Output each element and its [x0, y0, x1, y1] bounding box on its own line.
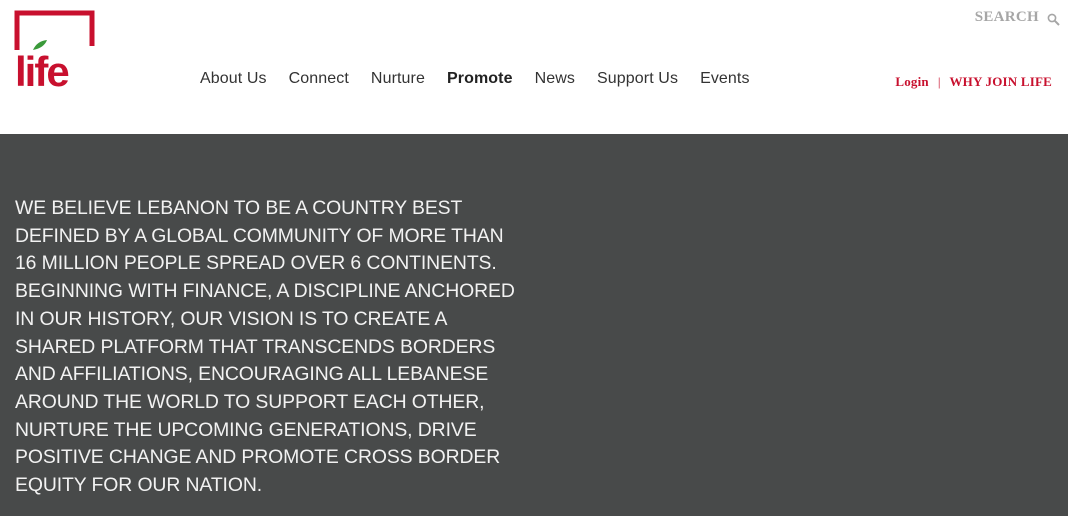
nav-item-nurture[interactable]: Nurture — [371, 70, 425, 88]
login-link[interactable]: Login — [895, 74, 929, 90]
nav-item-promote[interactable]: Promote — [447, 70, 513, 88]
logo-wordmark: life — [15, 48, 68, 90]
search-icon — [1047, 13, 1060, 26]
nav-item-support-us[interactable]: Support Us — [597, 70, 678, 88]
nav-item-connect[interactable]: Connect — [289, 70, 349, 88]
mission-statement: WE BELIEVE LEBANON TO BE A COUNTRY BEST … — [15, 197, 515, 497]
why-join-life-link[interactable]: WHY JOIN LIFE — [949, 74, 1052, 90]
search-label: SEARCH — [974, 9, 1039, 25]
search-button[interactable]: SEARCH — [975, 9, 1060, 26]
account-links: Login | WHY JOIN LIFE — [895, 74, 1052, 90]
nav-item-events[interactable]: Events — [700, 70, 750, 88]
main-nav: About Us Connect Nurture Promote News Su… — [200, 70, 772, 88]
hero-section: WE BELIEVE LEBANON TO BE A COUNTRY BEST … — [0, 134, 1068, 516]
nav-item-news[interactable]: News — [535, 70, 575, 88]
life-logo[interactable]: life — [14, 10, 98, 90]
account-separator: | — [937, 74, 941, 89]
site-header: life About Us Connect Nurture Promote Ne… — [0, 0, 1068, 134]
nav-item-about-us[interactable]: About Us — [200, 70, 267, 88]
